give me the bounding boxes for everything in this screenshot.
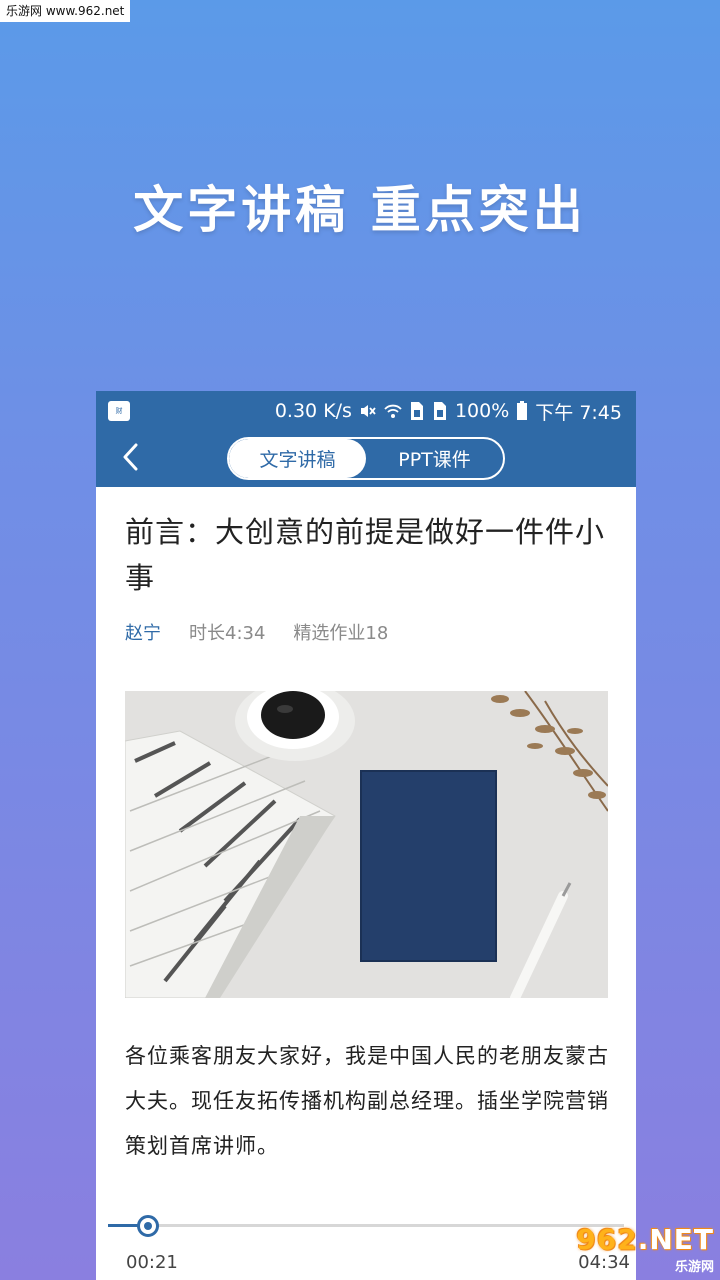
article-image	[125, 691, 608, 998]
audio-player: 00:21 04:34	[96, 1214, 636, 1280]
promo-headline: 文字讲稿 重点突出	[133, 180, 587, 239]
watermark-bottom: 962.NET 乐游网	[576, 1223, 714, 1275]
nav-bar: 文字讲稿 PPT课件	[96, 431, 636, 487]
clock: 下午 7:45	[535, 401, 622, 424]
progress-track[interactable]	[108, 1224, 624, 1227]
chevron-left-icon	[121, 442, 141, 476]
tab-switcher: 文字讲稿 PPT课件	[227, 437, 505, 480]
author-link[interactable]: 赵宁	[125, 619, 161, 645]
mute-icon	[359, 402, 377, 420]
watermark-sub: 乐游网	[674, 1260, 714, 1275]
article: 前言：大创意的前提是做好一件件小事 赵宁 时长4:34 精选作业18 各位乘客朋…	[96, 509, 636, 1169]
network-speed: 0.30 K/s	[274, 400, 352, 422]
homework-link[interactable]: 精选作业18	[293, 619, 388, 645]
battery-percent: 100%	[454, 400, 510, 422]
app-notification-icon: 财	[108, 401, 130, 421]
status-bar: 财 0.30 K/s 100% 下午 7:45	[96, 391, 636, 431]
wifi-icon	[384, 402, 402, 420]
article-meta: 赵宁 时长4:34 精选作业18	[125, 619, 607, 645]
watermark-top: 乐游网 www.962.net	[0, 0, 131, 22]
sim-icon	[432, 401, 448, 421]
phone-screen: 财 0.30 K/s 100% 下午 7:45 文字讲稿 PPT课件 前言：大创…	[96, 391, 636, 1280]
progress-thumb[interactable]	[137, 1215, 159, 1237]
duration-label: 时长4:34	[189, 623, 266, 644]
watermark-logo: 962.NET	[576, 1223, 714, 1256]
back-button[interactable]	[116, 441, 146, 477]
battery-icon	[516, 401, 528, 421]
sim-icon	[409, 401, 425, 421]
tab-transcript[interactable]: 文字讲稿	[229, 439, 366, 478]
article-title: 前言：大创意的前提是做好一件件小事	[125, 515, 606, 595]
current-time: 00:21	[126, 1252, 178, 1273]
tab-ppt[interactable]: PPT课件	[366, 439, 503, 478]
article-body: 各位乘客朋友大家好，我是中国人民的老朋友蒙古大夫。现任友拓传播机构副总经理。插坐…	[125, 1044, 609, 1158]
